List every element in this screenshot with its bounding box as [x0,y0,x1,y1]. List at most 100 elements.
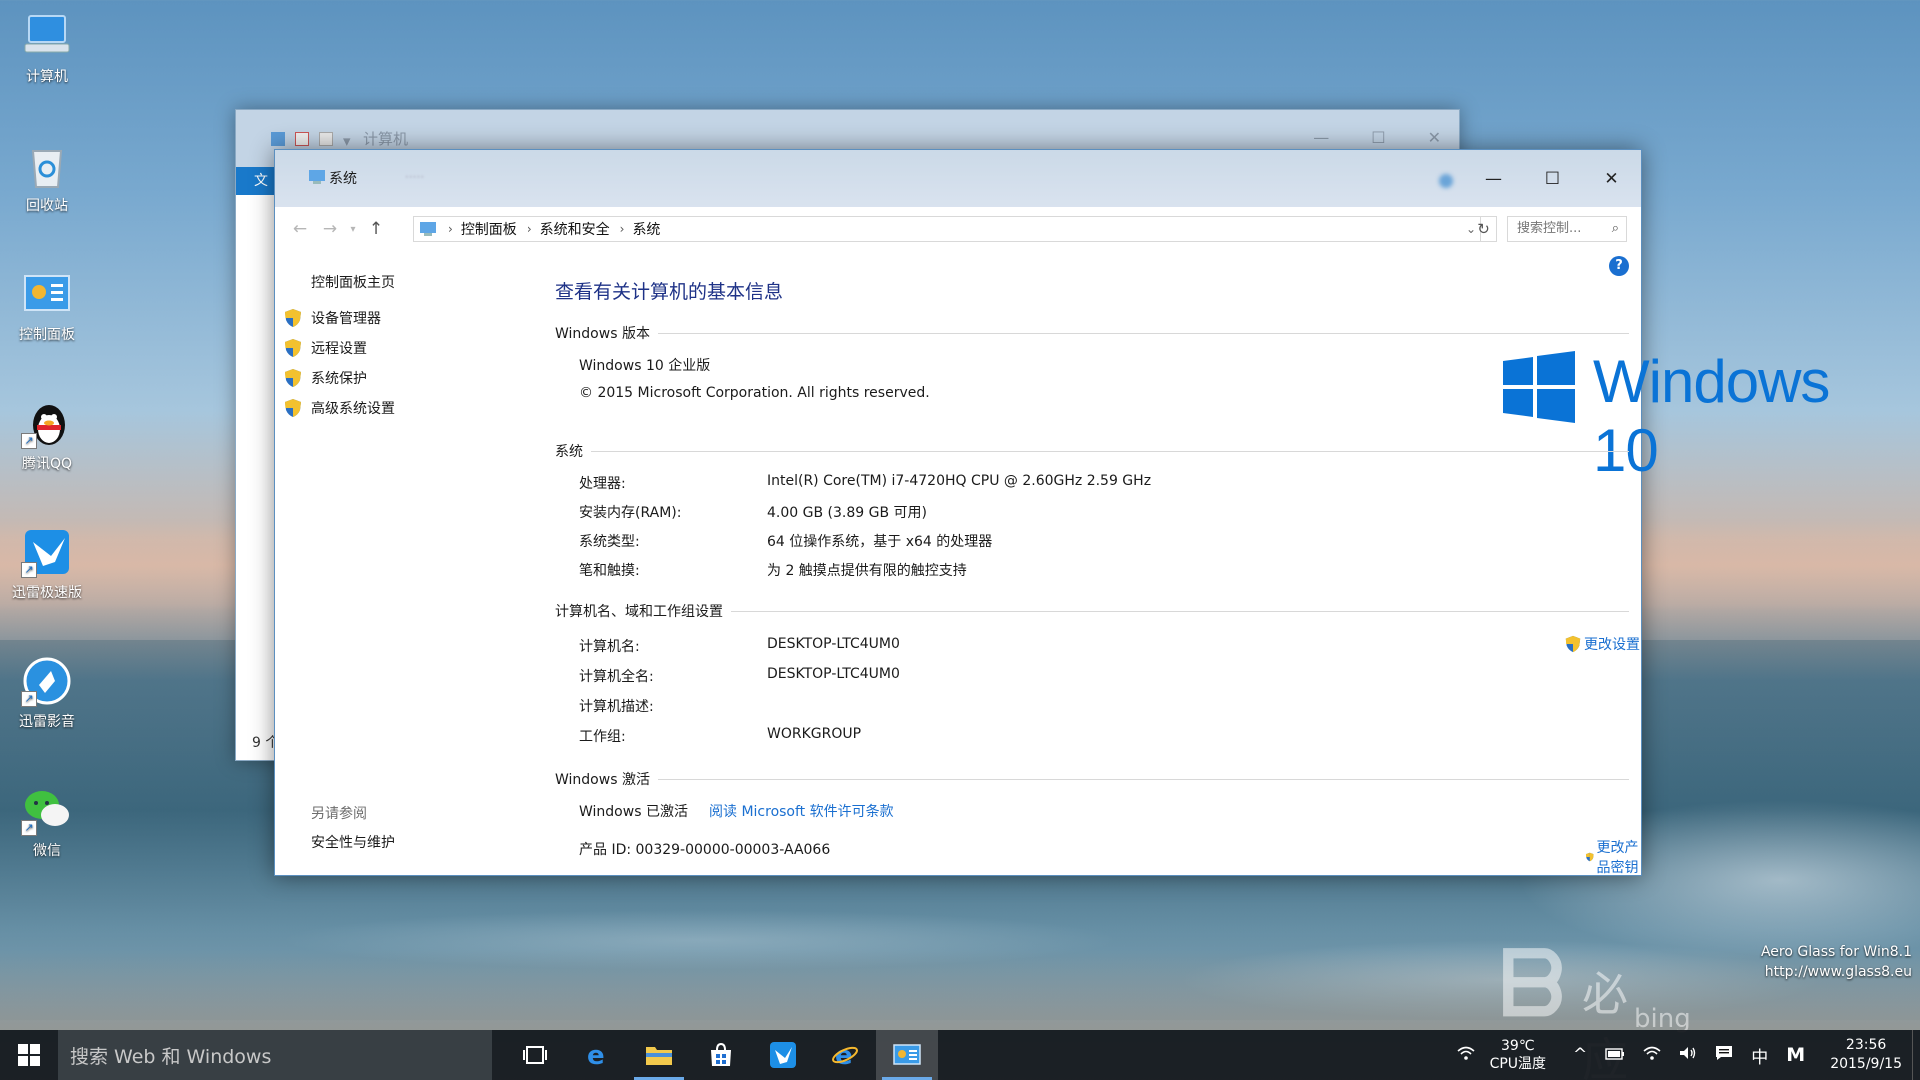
desktop-icon-qq[interactable]: ↗ 腾讯QQ [6,397,88,473]
xunlei-taskbar-button[interactable] [752,1030,814,1080]
qa-dropdown-icon[interactable]: ▾ [343,132,351,150]
system-window[interactable]: 系统 ····· — ☐ ✕ ← → ▾ ↑ › 控制面板 › 系统和安全 › … [274,149,1830,877]
sidebar-item-device-manager[interactable]: 设备管理器 [283,308,381,328]
desktop-icon-label: 迅雷极速版 [12,585,82,601]
license-terms-link[interactable]: 阅读 Microsoft 软件许可条款 [709,801,894,821]
system-tray: 39℃ CPU温度 ^ 中 M 23:56 2015/9/15 [1448,1030,1920,1080]
breadcrumb-system[interactable]: 系统 [632,219,660,239]
desktop-icon-recycle-bin[interactable]: 回收站 [6,139,88,215]
computer-name-label: 计算机名: [579,639,640,655]
change-settings-label: 更改设置 [1584,637,1640,653]
sidebar-item-advanced-settings[interactable]: 高级系统设置 [283,398,395,418]
store-button[interactable] [690,1030,752,1080]
sidebar-item-label: 设备管理器 [311,311,381,327]
system-content: 查看有关计算机的基本信息 Windows 版本 Windows 10 企业版 ©… [555,245,1830,877]
sidebar-item-label: 系统保护 [311,371,367,387]
security-maintenance-link[interactable]: 安全性与维护 [311,832,395,852]
wallpaper-beach [0,950,1920,1030]
desktop-icon-control-panel[interactable]: 控制面板 [6,268,88,344]
clock[interactable]: 23:56 2015/9/15 [1830,1036,1902,1074]
bing-watermark: ᗷ 必应 bing [1500,940,1691,1080]
product-id: 产品 ID: 00329-00000-00003-AA066 [579,842,831,858]
close-button[interactable]: ✕ [1428,128,1441,147]
search-icon[interactable]: ⌕ [1612,217,1619,241]
taskbar-search-box[interactable]: 搜索 Web 和 Windows [58,1030,492,1080]
computer-small-icon[interactable] [271,131,285,146]
system-window-titlebar[interactable]: 系统 ····· — ☐ ✕ [275,150,1641,207]
desktop-icon-xunlei[interactable]: ↗ 迅雷极速版 [6,526,88,602]
change-product-key-link[interactable]: 更改产品密钥 [1585,837,1641,877]
svg-text:e: e [835,1041,853,1069]
sidebar-control-panel-home[interactable]: 控制面板主页 [311,272,395,292]
section-heading-text: Windows 激活 [555,772,650,788]
edge-button[interactable]: e [566,1030,628,1080]
minimize-button[interactable]: — [1464,150,1523,207]
sidebar: 控制面板主页 设备管理器 远程设置 系统保护 高级系统设置 另请参阅 安全性与维… [275,245,525,875]
edition-name: Windows 10 企业版 [579,358,711,374]
shortcut-arrow-icon: ↗ [21,691,37,707]
maximize-button[interactable]: ☐ [1523,150,1582,207]
show-desktop-button[interactable] [1912,1030,1920,1080]
uac-shield-icon [285,399,301,417]
breadcrumb-separator-icon[interactable]: › [620,222,625,236]
volume-icon[interactable] [1679,1045,1697,1065]
new-folder-icon[interactable] [319,131,333,146]
file-explorer-button[interactable] [628,1030,690,1080]
processor-label: 处理器: [579,476,626,492]
activation-status: Windows 已激活 [579,804,688,820]
close-button[interactable]: ✕ [1582,150,1641,207]
svg-text:e: e [587,1042,605,1068]
tray-overflow-chevron-icon[interactable]: ^ [1573,1045,1587,1065]
cpu-temp-label: CPU温度 [1489,1056,1547,1072]
input-method-language[interactable]: 中 [1751,1043,1768,1068]
desktop-icon-label: 微信 [33,843,61,859]
ie-button[interactable]: e [814,1030,876,1080]
maximize-button[interactable]: ☐ [1371,128,1385,147]
control-panel-taskbar-button[interactable] [876,1030,938,1080]
properties-icon[interactable] [295,131,309,146]
task-view-button[interactable] [504,1030,566,1080]
desktop-icon-label: 控制面板 [19,327,75,343]
page-title: 查看有关计算机的基本信息 [555,281,784,303]
breadcrumb-separator-icon[interactable]: › [527,222,532,236]
control-panel-icon [21,268,73,320]
full-computer-name-value: DESKTOP-LTC4UM0 [767,666,900,682]
wifi-icon[interactable] [1457,1045,1475,1065]
uac-shield-icon [285,369,301,387]
breadcrumb-system-security[interactable]: 系统和安全 [540,219,610,239]
sidebar-item-remote-settings[interactable]: 远程设置 [283,338,367,358]
cpu-temperature[interactable]: 39℃ CPU温度 [1490,1037,1546,1073]
up-arrow-icon[interactable]: ↑ [361,219,391,239]
edge-icon: e [587,1042,605,1068]
aero-glass-line1: Aero Glass for Win8.1 [1760,944,1912,960]
back-arrow-icon[interactable]: ← [285,219,315,239]
xunlei-bird-icon [770,1042,796,1068]
battery-icon[interactable] [1605,1045,1625,1065]
forward-arrow-icon[interactable]: → [315,219,345,239]
desktop-icon-label: 回收站 [26,198,68,214]
refresh-icon[interactable]: ↻ [1471,216,1497,242]
recent-dropdown-icon[interactable]: ▾ [345,224,361,235]
address-field[interactable]: › 控制面板 › 系统和安全 › 系统 ⌄ [413,216,1481,242]
taskbar: 搜索 Web 和 Windows e e 39℃ CPU温度 ^ 中 M 23:… [0,1030,1920,1080]
sidebar-item-system-protection[interactable]: 系统保护 [283,368,367,388]
change-settings-link[interactable]: 更改设置 [1564,634,1640,654]
breadcrumb-control-panel[interactable]: 控制面板 [461,219,517,239]
desktop-icon-wechat[interactable]: ↗ 微信 [6,784,88,860]
processor-value: Intel(R) Core(TM) i7-4720HQ CPU @ 2.60GH… [767,473,1152,489]
section-divider [591,450,1629,452]
search-placeholder: 搜索控制... [1517,221,1582,236]
start-button[interactable] [0,1030,58,1080]
shortcut-arrow-icon: ↗ [21,433,37,449]
desktop-icon-computer[interactable]: 计算机 [6,10,88,86]
xunlei-player-icon: ↗ [21,655,73,707]
input-method-mode[interactable]: M [1786,1044,1805,1066]
search-input[interactable]: 搜索控制... ⌕ [1507,216,1627,242]
minimize-button[interactable]: — [1313,128,1329,147]
desktop-icon-label: 计算机 [26,69,68,85]
action-center-icon[interactable] [1715,1045,1733,1066]
network-icon[interactable] [1643,1045,1661,1065]
breadcrumb-separator-icon: › [448,222,453,236]
desktop-icon-xunlei-player[interactable]: ↗ 迅雷影音 [6,655,88,731]
see-also-heading: 另请参阅 [311,806,367,822]
